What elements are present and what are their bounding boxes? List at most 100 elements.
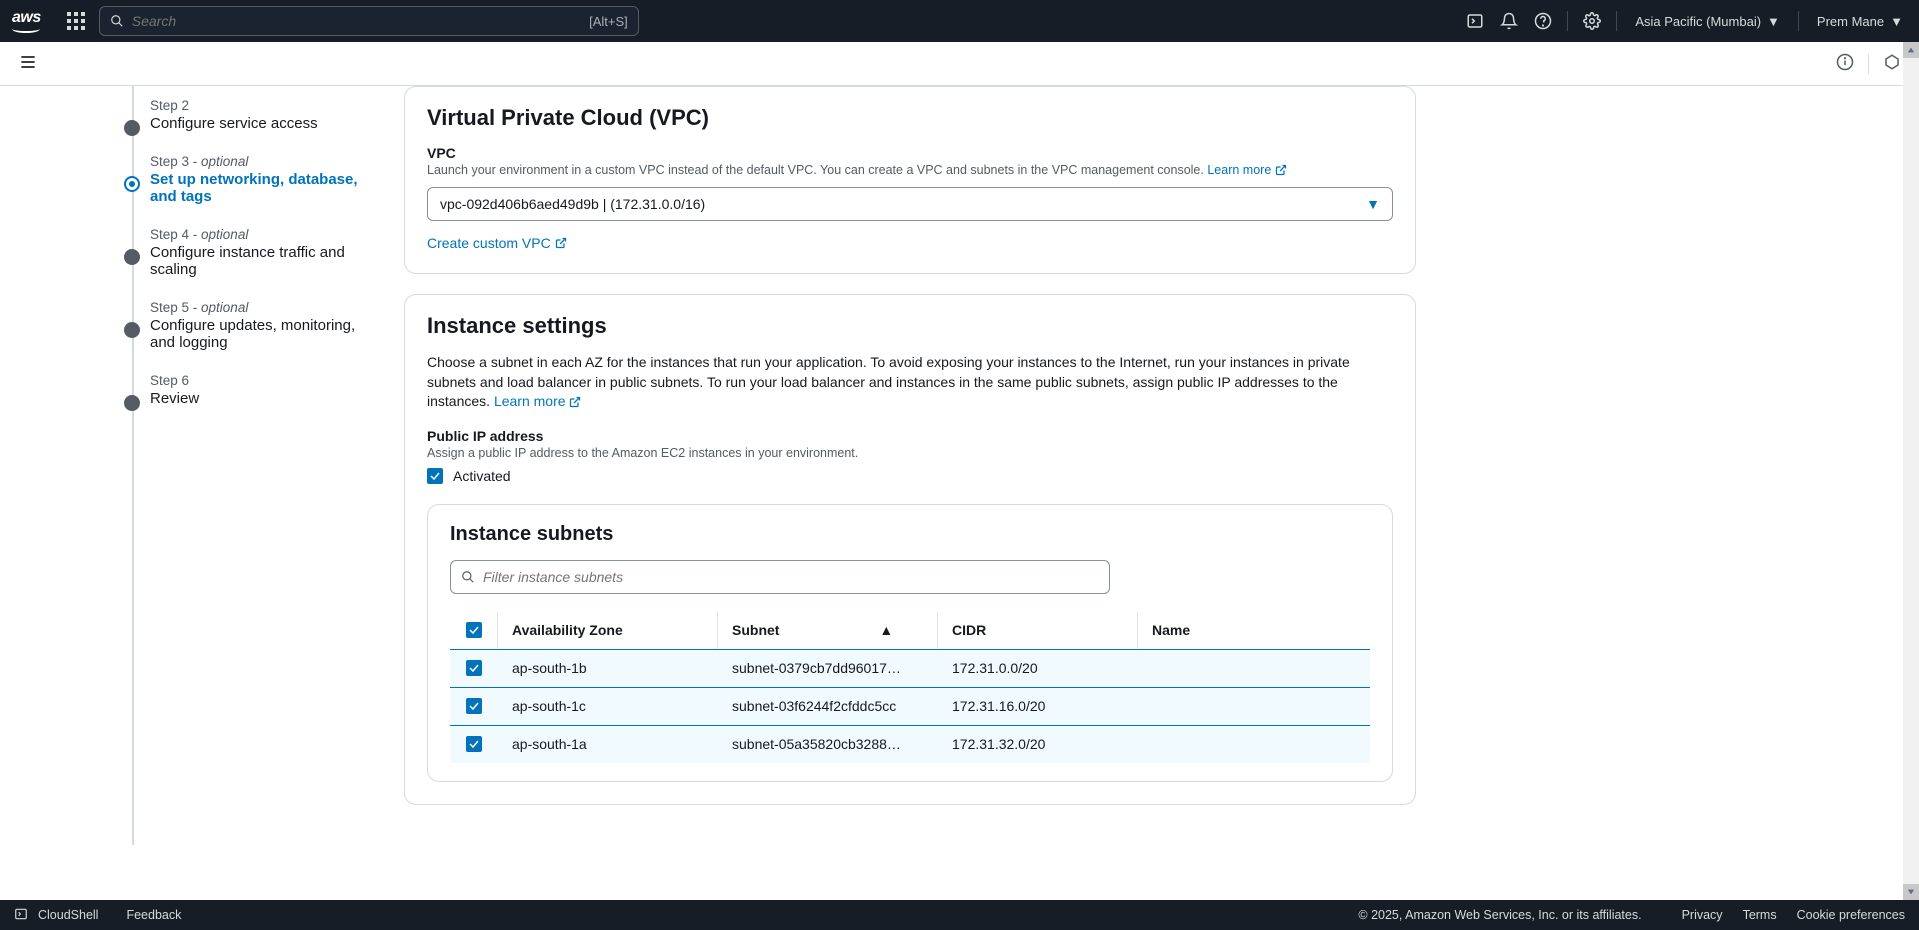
- help-icon[interactable]: [1533, 11, 1553, 31]
- step-3[interactable]: Step 3 - optional Set up networking, dat…: [110, 154, 360, 205]
- select-all-checkbox[interactable]: [466, 622, 482, 638]
- aws-logo[interactable]: aws: [12, 9, 41, 33]
- terms-link[interactable]: Terms: [1743, 908, 1777, 922]
- step-optional: optional: [201, 300, 248, 315]
- cell-name: [1138, 725, 1370, 763]
- row-checkbox[interactable]: [466, 660, 482, 676]
- step-label: Step 6: [150, 373, 189, 388]
- services-grid-icon[interactable]: [67, 12, 85, 30]
- step-title: Configure updates, monitoring, and loggi…: [150, 317, 360, 351]
- cell-name: [1138, 649, 1370, 687]
- learn-more-link[interactable]: Learn more: [494, 393, 581, 409]
- notifications-icon[interactable]: [1499, 11, 1519, 31]
- user-label: Prem Mane: [1817, 14, 1884, 29]
- instance-settings-panel: Instance settings Choose a subnet in eac…: [404, 294, 1416, 805]
- create-vpc-link[interactable]: Create custom VPC: [427, 235, 567, 251]
- cell-subnet: subnet-05a35820cb3288…: [718, 725, 938, 763]
- col-name[interactable]: Name: [1138, 612, 1370, 649]
- account-menu[interactable]: Prem Mane ▼: [1813, 14, 1907, 29]
- step-6[interactable]: Step 6 Review: [110, 373, 360, 407]
- search-icon: [461, 570, 475, 584]
- col-subnet[interactable]: Subnet ▲: [718, 612, 938, 649]
- region-selector[interactable]: Asia Pacific (Mumbai) ▼: [1631, 14, 1784, 29]
- activated-label: Activated: [453, 468, 511, 484]
- step-label: Step 4: [150, 227, 189, 242]
- vpc-heading: Virtual Private Cloud (VPC): [427, 105, 1393, 131]
- step-optional: optional: [201, 154, 248, 169]
- step-title: Configure instance traffic and scaling: [150, 244, 360, 278]
- search-hint: [Alt+S]: [589, 14, 628, 29]
- scroll-up-icon[interactable]: [1903, 42, 1919, 58]
- step-5[interactable]: Step 5 - optional Configure updates, mon…: [110, 300, 360, 351]
- hexagon-icon[interactable]: [1883, 53, 1901, 74]
- cookie-prefs-link[interactable]: Cookie preferences: [1797, 908, 1905, 922]
- step-optional: optional: [201, 227, 248, 242]
- cell-az: ap-south-1b: [498, 649, 718, 687]
- region-label: Asia Pacific (Mumbai): [1635, 14, 1761, 29]
- col-az[interactable]: Availability Zone: [498, 612, 718, 649]
- pubip-label: Public IP address: [427, 428, 1393, 444]
- scroll-down-icon[interactable]: [1903, 884, 1919, 900]
- col-cidr[interactable]: CIDR: [938, 612, 1138, 649]
- table-row[interactable]: ap-south-1b subnet-0379cb7dd96017… 172.3…: [450, 649, 1370, 687]
- cell-cidr: 172.31.32.0/20: [938, 725, 1138, 763]
- global-search[interactable]: [Alt+S]: [99, 6, 639, 36]
- cloudshell-link[interactable]: CloudShell: [38, 908, 98, 922]
- row-checkbox[interactable]: [466, 736, 482, 752]
- instance-settings-heading: Instance settings: [427, 313, 1393, 339]
- info-icon[interactable]: [1836, 53, 1854, 74]
- table-row[interactable]: ap-south-1a subnet-05a35820cb3288… 172.3…: [450, 725, 1370, 763]
- learn-more-link[interactable]: Learn more: [1207, 163, 1286, 177]
- sort-asc-icon: ▲: [879, 622, 893, 638]
- vpc-field-label: VPC: [427, 145, 1393, 161]
- step-label: Step 3: [150, 154, 189, 169]
- sub-header: [0, 42, 1919, 86]
- step-label: Step 2: [150, 98, 189, 113]
- vpc-select-value: vpc-092d406b6aed49d9b | (172.31.0.0/16): [440, 196, 705, 212]
- select-all-col: [450, 612, 498, 649]
- instance-subnets-panel: Instance subnets Availability Zone: [427, 504, 1393, 782]
- instance-settings-desc: Choose a subnet in each AZ for the insta…: [427, 353, 1393, 412]
- privacy-link[interactable]: Privacy: [1682, 908, 1723, 922]
- cell-az: ap-south-1a: [498, 725, 718, 763]
- subnets-table: Availability Zone Subnet ▲ CIDR Name: [450, 612, 1370, 763]
- subnets-filter-input[interactable]: [483, 569, 1099, 585]
- step-title: Set up networking, database, and tags: [150, 171, 360, 205]
- wizard-steps: Step 2 Configure service access Step 3 -…: [0, 86, 380, 865]
- search-icon: [110, 14, 124, 28]
- subnets-heading: Instance subnets: [450, 523, 1370, 546]
- search-input[interactable]: [132, 13, 589, 29]
- cell-subnet: subnet-03f6244f2cfddc5cc: [718, 687, 938, 725]
- copyright: © 2025, Amazon Web Services, Inc. or its…: [1358, 908, 1641, 922]
- chevron-down-icon: ▼: [1890, 14, 1903, 29]
- activated-checkbox[interactable]: [427, 468, 443, 484]
- cell-subnet: subnet-0379cb7dd96017…: [718, 649, 938, 687]
- subnets-filter[interactable]: [450, 560, 1110, 594]
- step-4[interactable]: Step 4 - optional Configure instance tra…: [110, 227, 360, 278]
- vpc-select[interactable]: vpc-092d406b6aed49d9b | (172.31.0.0/16) …: [427, 187, 1393, 221]
- external-link-icon: [569, 396, 581, 408]
- scrollbar[interactable]: [1903, 42, 1919, 900]
- top-nav: aws [Alt+S] Asia Pacific (Mumbai) ▼ Prem…: [0, 0, 1919, 42]
- table-row[interactable]: ap-south-1c subnet-03f6244f2cfddc5cc 172…: [450, 687, 1370, 725]
- hamburger-icon[interactable]: [18, 52, 38, 75]
- vpc-field-desc: Launch your environment in a custom VPC …: [427, 163, 1393, 177]
- external-link-icon: [1275, 164, 1287, 176]
- step-title: Review: [150, 390, 360, 407]
- chevron-down-icon: ▼: [1767, 14, 1780, 29]
- cell-cidr: 172.31.0.0/20: [938, 649, 1138, 687]
- chevron-down-icon: ▼: [1366, 196, 1380, 212]
- footer: CloudShell Feedback © 2025, Amazon Web S…: [0, 900, 1919, 930]
- cloudshell-icon[interactable]: [1465, 11, 1485, 31]
- step-2[interactable]: Step 2 Configure service access: [110, 98, 360, 132]
- step-title: Configure service access: [150, 115, 360, 132]
- row-checkbox[interactable]: [466, 698, 482, 714]
- external-link-icon: [555, 237, 567, 249]
- cell-cidr: 172.31.16.0/20: [938, 687, 1138, 725]
- main-content: Virtual Private Cloud (VPC) VPC Launch y…: [380, 86, 1440, 865]
- step-label: Step 5: [150, 300, 189, 315]
- pubip-desc: Assign a public IP address to the Amazon…: [427, 446, 1393, 460]
- feedback-link[interactable]: Feedback: [126, 908, 181, 922]
- cloudshell-icon[interactable]: [14, 907, 28, 924]
- settings-icon[interactable]: [1582, 11, 1602, 31]
